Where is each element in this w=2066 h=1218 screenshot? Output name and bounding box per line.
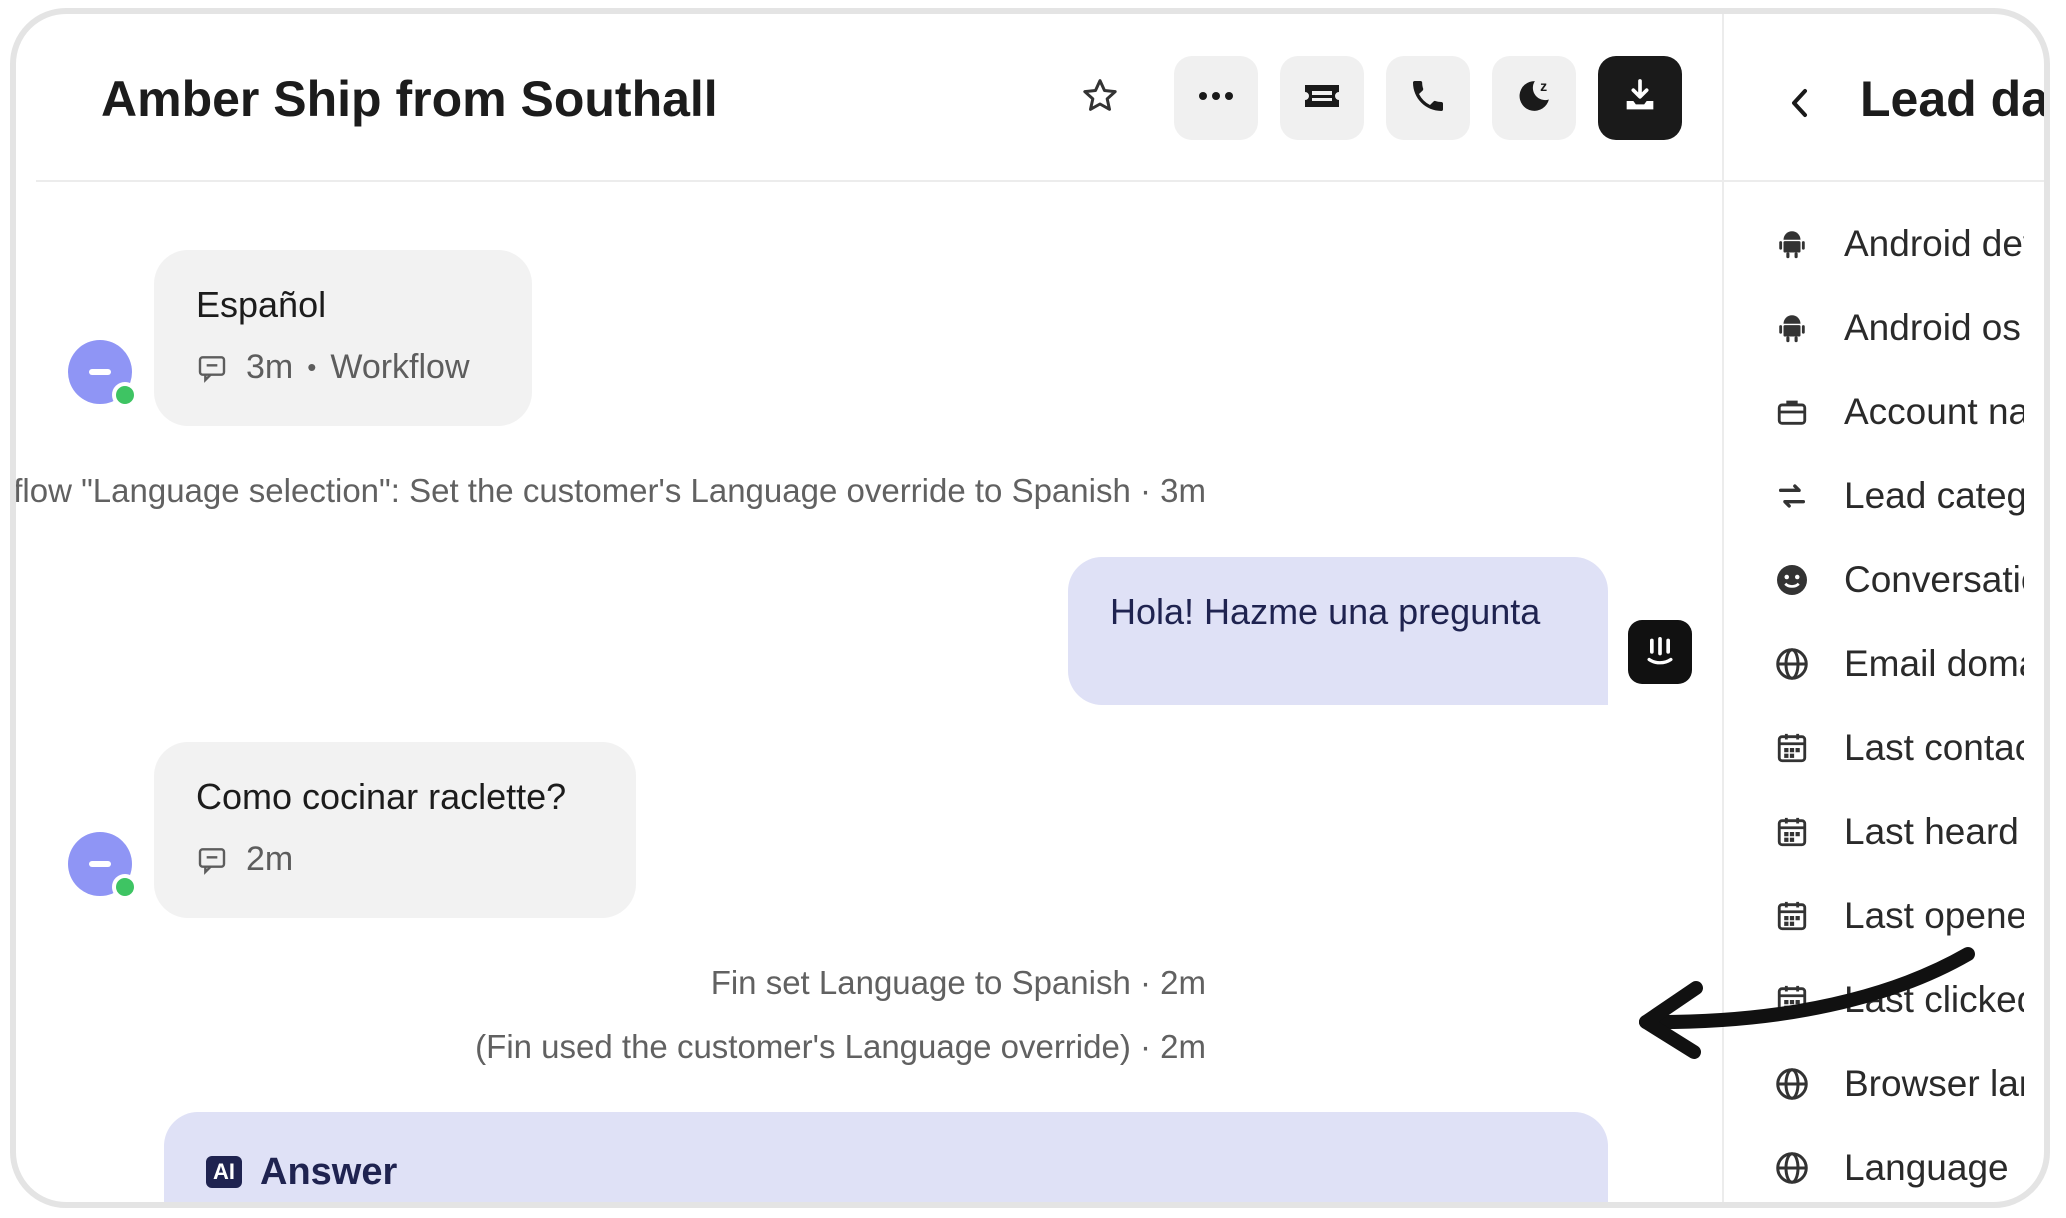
calendar-icon <box>1772 896 1812 936</box>
android-icon <box>1772 308 1812 348</box>
snooze-button[interactable]: z <box>1492 56 1576 140</box>
message-text: Como cocinar raclette? <box>196 776 567 817</box>
event-note: Workflow "Language selection": Set the c… <box>10 472 1206 509</box>
conversation-header: Amber Ship from Southall z <box>36 14 1722 182</box>
ticket-icon <box>1302 81 1342 116</box>
event-note: (Fin used the customer's Language overri… <box>475 1028 1206 1065</box>
attribute-label: Conversation rating <box>1844 559 2024 600</box>
app-window: Amber Ship from Southall z Español 3m • … <box>10 8 2050 1208</box>
globe-icon <box>1772 644 1812 684</box>
bot-message: Hola! Hazme una pregunta <box>1068 557 1608 705</box>
attribute-row[interactable]: Android os <box>1724 298 2044 358</box>
fin-bot-avatar <box>1628 620 1692 684</box>
snooze-icon: z <box>1513 75 1555 122</box>
attribute-row[interactable]: Browser language <box>1724 1054 2044 1114</box>
attribute-label: Lead category <box>1844 475 2024 516</box>
attribute-row[interactable]: Last heard from <box>1724 802 2044 862</box>
panel-title: Lead data <box>1860 71 2049 127</box>
attribute-label: Last clicked <box>1844 979 2024 1020</box>
message-meta: 3m • Workflow <box>196 348 490 387</box>
globe-icon <box>1772 1148 1812 1188</box>
attribute-label: Email domain <box>1844 643 2024 684</box>
chat-bubble-icon <box>196 352 228 384</box>
message-time: 3m <box>246 348 294 386</box>
attribute-label: Android device <box>1844 223 2024 264</box>
conversation-title: Amber Ship from Southall <box>101 71 718 127</box>
chat-bubble-icon <box>196 844 228 876</box>
customer-message: Como cocinar raclette? 2m <box>154 742 636 918</box>
attribute-row[interactable]: Last contacted <box>1724 718 2044 778</box>
customer-avatar[interactable] <box>68 340 138 408</box>
ai-badge: AI <box>206 1156 242 1188</box>
attribute-row[interactable]: Last clicked <box>1724 970 2044 1030</box>
panel-header: Lead data <box>1724 14 2049 182</box>
online-indicator <box>112 874 138 900</box>
calendar-icon <box>1772 812 1812 852</box>
android-icon <box>1772 224 1812 264</box>
more-icon <box>1196 89 1236 107</box>
attribute-label: Last heard from <box>1844 811 2024 852</box>
answer-label: Answer <box>260 1150 398 1193</box>
attribute-row[interactable]: Account name <box>1724 382 2044 442</box>
arrows-icon <box>1772 476 1812 516</box>
attribute-row[interactable]: Lead category <box>1724 466 2044 526</box>
more-options-button[interactable] <box>1174 56 1258 140</box>
lead-data-panel: Lead data Android device Android os Acco… <box>1722 14 2049 1202</box>
message-text: Español <box>196 284 327 325</box>
event-note: Fin set Language to Spanish · 2m <box>710 964 1206 1001</box>
customer-message: Español 3m • Workflow <box>154 250 532 426</box>
message-source: Workflow <box>330 348 470 386</box>
smiley-icon <box>1772 560 1812 600</box>
attribute-label: Browser language <box>1844 1063 2024 1104</box>
customer-avatar[interactable] <box>68 832 138 900</box>
conversation-pane: Amber Ship from Southall z Español 3m • … <box>16 14 1722 1202</box>
svg-text:z: z <box>1540 77 1547 93</box>
attribute-label: Last contacted <box>1844 727 2024 768</box>
message-meta: 2m <box>196 840 594 879</box>
separator-dot: • <box>307 352 317 382</box>
attribute-row[interactable]: Conversation rating <box>1724 550 2044 610</box>
chevron-left-icon[interactable] <box>1788 86 1810 125</box>
ticket-button[interactable] <box>1280 56 1364 140</box>
globe-icon <box>1772 1064 1812 1104</box>
online-indicator <box>112 382 138 408</box>
call-button[interactable] <box>1386 56 1470 140</box>
calendar-icon <box>1772 980 1812 1020</box>
attribute-label: Android os <box>1844 307 2021 348</box>
close-conversation-icon <box>1620 76 1660 121</box>
calendar-icon <box>1772 728 1812 768</box>
star-icon[interactable] <box>1070 66 1130 126</box>
attribute-label: Account name <box>1844 391 2024 432</box>
attribute-row[interactable]: Last opened email <box>1724 886 2044 946</box>
ai-answer-card: AI Answer <box>164 1112 1608 1202</box>
message-time: 2m <box>246 840 294 878</box>
briefcase-icon <box>1772 392 1812 432</box>
attribute-row[interactable]: Email domain <box>1724 634 2044 694</box>
attribute-row[interactable]: Language <box>1724 1138 2044 1198</box>
attribute-label: Language <box>1844 1147 2009 1188</box>
close-conversation-button[interactable] <box>1598 56 1682 140</box>
attribute-row[interactable]: Android device <box>1724 214 2044 274</box>
attribute-label: Last opened email <box>1844 895 2024 936</box>
phone-icon <box>1408 76 1448 121</box>
bot-message-text: Hola! Hazme una pregunta <box>1110 591 1541 632</box>
